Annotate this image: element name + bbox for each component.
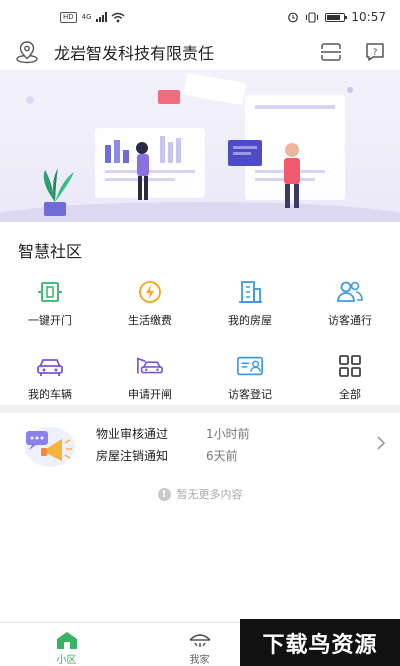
no-more-content: ! 暂无更多内容 [0,486,400,502]
grid-label: 我的车辆 [28,388,72,401]
lightning-icon [136,278,164,306]
car-icon [36,352,64,380]
visitors-icon [336,278,364,306]
building-icon [236,278,264,306]
grid-label: 访客通行 [328,314,372,327]
grid-item-all[interactable]: 全部 [300,352,400,404]
home-icon [55,629,79,651]
grid-label: 访客登记 [228,388,272,401]
tab-label: 我家 [189,655,210,666]
status-left: HD 4G [60,11,125,23]
grid-label: 一键开门 [28,314,72,327]
house-hand-icon [187,629,213,651]
status-time: 10:57 [351,10,386,24]
location-pin-icon[interactable] [14,39,40,65]
tab-label: 小区 [56,655,77,666]
grid-item-visitor-register[interactable]: 访客登记 [200,352,300,404]
no-more-text: 暂无更多内容 [176,488,243,501]
scan-icon[interactable] [320,42,342,62]
chevron-right-icon[interactable] [376,435,386,451]
app-header: 龙岩智发科技有限责任 ? [0,34,400,70]
banner-art [0,73,400,222]
signal-icon [95,12,107,22]
vibrate-icon [306,11,319,23]
section-title: 智慧社区 [18,242,83,261]
community-title[interactable]: 龙岩智发科技有限责任 [54,40,228,64]
wifi-icon [111,12,124,22]
tab-community[interactable]: 小区 [0,623,133,666]
grid-item-my-vehicles[interactable]: 我的车辆 [0,352,100,404]
gate-car-icon [136,352,164,380]
network-badge: HD [60,11,77,23]
notice-row: 物业审核通过 1小时前 [96,425,250,442]
message-icon[interactable]: ? [364,41,386,63]
notice-card[interactable]: 物业审核通过 1小时前 房屋注销通知 6天前 [0,413,400,475]
banner-illustration[interactable] [0,70,400,222]
alarm-icon [288,12,299,23]
grid-label: 申请开闸 [128,388,172,401]
grid-item-my-house[interactable]: 我的房屋 [200,278,300,330]
info-icon: ! [157,487,171,501]
notice-title: 房屋注销通知 [96,449,169,463]
grid-item-apply-gate[interactable]: 申请开闸 [100,352,200,404]
door-open-icon [36,278,64,306]
grid-item-visitor-pass[interactable]: 访客通行 [300,278,400,330]
status-bar: HD 4G 10:57 [0,0,400,34]
notice-row: 房屋注销通知 6天前 [96,447,238,464]
status-right: 10:57 [287,10,386,24]
id-card-icon [236,352,264,380]
grid-label: 我的房屋 [228,314,272,327]
watermark-banner: 下载鸟资源 [240,619,400,666]
grid-item-open-door[interactable]: 一键开门 [0,278,100,330]
section-divider [0,405,400,413]
announcement-icon [25,427,75,467]
function-grid: 一键开门 生活缴费 我的房屋 访客通行 我的车辆 申请开闸 访客登记 全部 [0,278,400,404]
notice-time: 6天前 [206,449,238,463]
signal-label: 4G [81,13,92,21]
svg-text:?: ? [373,48,378,58]
grid-item-life-payment[interactable]: 生活缴费 [100,278,200,330]
battery-icon [325,12,348,22]
notice-title: 物业审核通过 [96,427,169,441]
notice-time: 1小时前 [206,427,250,441]
grid-all-icon [336,352,364,380]
header-actions: ? [320,41,386,63]
grid-label: 全部 [339,388,361,401]
grid-label: 生活缴费 [128,314,172,327]
